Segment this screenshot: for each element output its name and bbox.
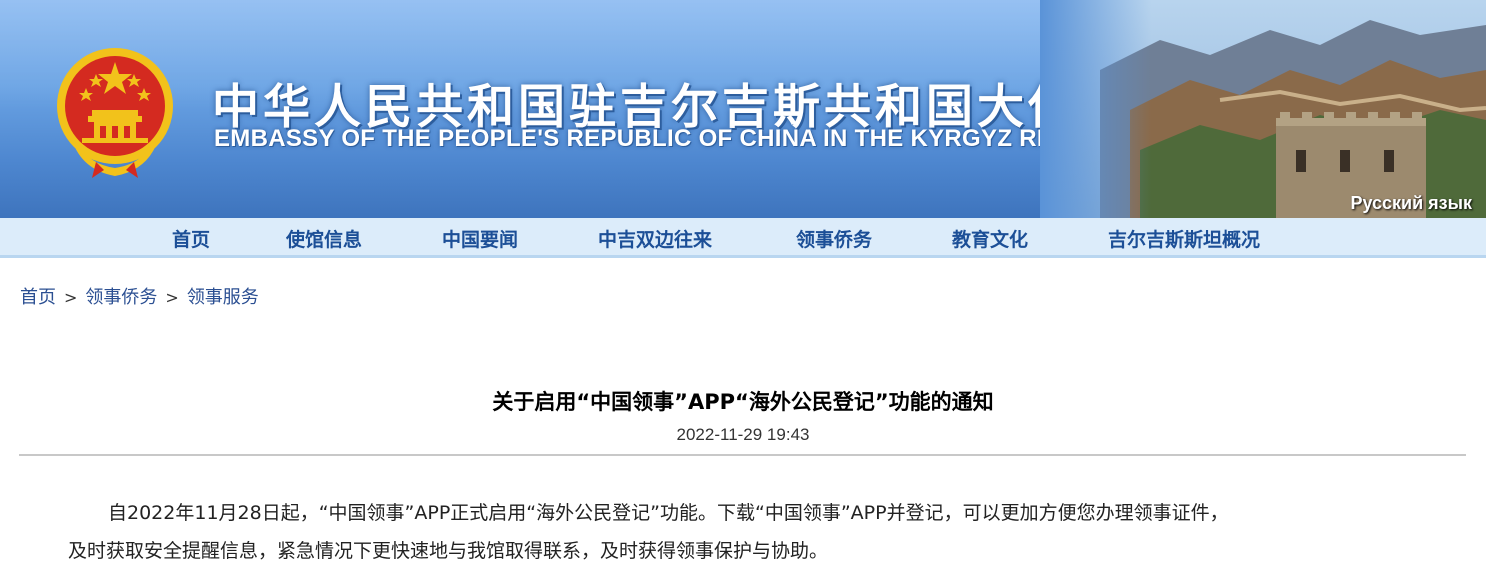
breadcrumb-separator: > (165, 288, 179, 307)
breadcrumb-home[interactable]: 首页 (20, 287, 56, 308)
article-date: 2022-11-29 19:43 (676, 425, 810, 444)
article-divider (19, 454, 1466, 456)
site-title-cn: 中华人民共和国驻吉尔吉斯共和国大使馆 (212, 80, 1130, 135)
nav-item-bilateral-relations[interactable]: 中吉双边往来 (598, 225, 712, 252)
site-title-en: EMBASSY OF THE PEOPLE'S REPUBLIC OF CHIN… (214, 125, 1145, 152)
article-body-line: 自2022年11月28日起，“中国领事”APP正式启用“海外公民登记”功能。下载… (108, 502, 1229, 524)
breadcrumb-consular-services[interactable]: 领事服务 (187, 287, 259, 308)
great-wall-image (1040, 0, 1486, 218)
national-emblem-icon (57, 48, 173, 178)
nav-item-embassy-info[interactable]: 使馆信息 (286, 225, 362, 252)
breadcrumb-consular-affairs[interactable]: 领事侨务 (85, 287, 157, 308)
nav-item-home[interactable]: 首页 (172, 225, 210, 252)
breadcrumb-separator: > (64, 288, 78, 307)
nav-item-consular-affairs[interactable]: 领事侨务 (796, 225, 872, 252)
header-banner: 中华人民共和国驻吉尔吉斯共和国大使馆 EMBASSY OF THE PEOPLE… (0, 0, 1486, 218)
breadcrumb: 首页 > 领事侨务 > 领事服务 (20, 283, 259, 309)
russian-language-link[interactable]: Русский язык (1350, 193, 1472, 214)
article-body-line: 及时获取安全提醒信息，紧急情况下更快速地与我馆取得联系，及时获得领事保护与协助。 (68, 540, 829, 562)
nav-item-kyrgyzstan-overview[interactable]: 吉尔吉斯斯坦概况 (1108, 225, 1260, 252)
main-nav: 首页 使馆信息 中国要闻 中吉双边往来 领事侨务 教育文化 吉尔吉斯斯坦概况 (0, 218, 1486, 258)
nav-item-china-news[interactable]: 中国要闻 (442, 225, 518, 252)
nav-item-education-culture[interactable]: 教育文化 (952, 225, 1028, 252)
article-title: 关于启用“中国领事”APP“海外公民登记”功能的通知 (492, 390, 994, 414)
